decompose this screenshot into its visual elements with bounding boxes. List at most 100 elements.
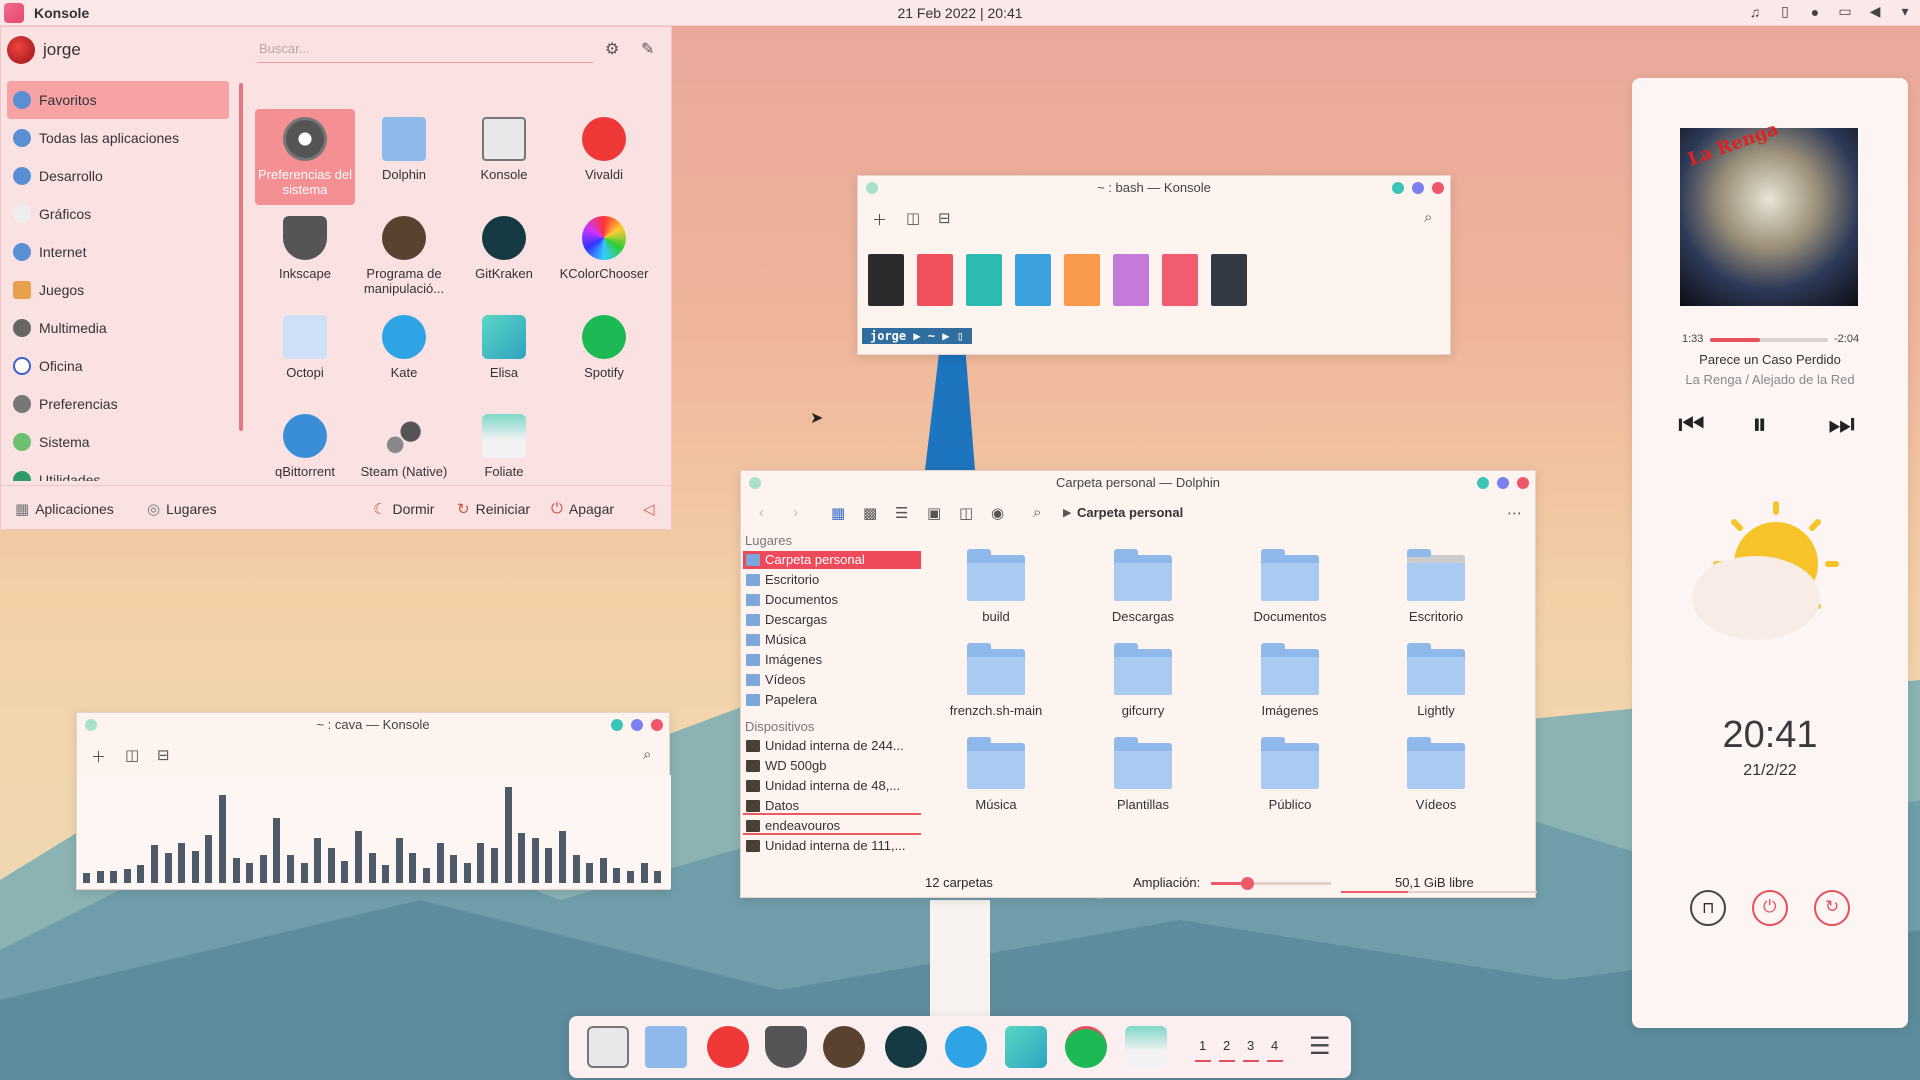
- categories-scrollbar[interactable]: [239, 83, 243, 431]
- display-icon[interactable]: ▭: [1836, 3, 1854, 20]
- workspace-1[interactable]: 1: [1194, 1038, 1212, 1062]
- category-internet[interactable]: Internet: [7, 233, 229, 271]
- split-view-icon[interactable]: ◫: [906, 209, 920, 227]
- pause-icon[interactable]: ⏸: [1752, 408, 1767, 442]
- panel-clock[interactable]: 21 Feb 2022 | 20:41: [0, 5, 1920, 21]
- avatar[interactable]: [7, 36, 35, 64]
- place-imagenes[interactable]: Imágenes: [743, 651, 921, 669]
- menu-icon[interactable]: ⋯: [1507, 504, 1522, 522]
- device-item[interactable]: endeavouros: [743, 817, 921, 835]
- sleep-button[interactable]: ☾ Dormir: [373, 500, 434, 518]
- app-tile[interactable]: Konsole: [454, 109, 554, 205]
- split-horizontal-icon[interactable]: ⊟: [157, 746, 170, 764]
- device-item[interactable]: Unidad interna de 48,...: [743, 777, 921, 795]
- place-musica[interactable]: Música: [743, 631, 921, 649]
- foliate-icon[interactable]: [1125, 1026, 1167, 1068]
- app-tile[interactable]: Kate: [354, 307, 454, 403]
- category-oficina[interactable]: Oficina: [7, 347, 229, 385]
- minimize-button[interactable]: [611, 719, 623, 731]
- breadcrumb[interactable]: Carpeta personal: [1077, 505, 1183, 520]
- app-tile[interactable]: GitKraken: [454, 208, 554, 304]
- folder-item[interactable]: Vídeos: [1371, 737, 1501, 812]
- gitkraken-icon[interactable]: [885, 1026, 927, 1068]
- preview-icon[interactable]: ▣: [927, 504, 941, 522]
- app-tile[interactable]: Vivaldi: [554, 109, 654, 205]
- gimp-icon[interactable]: [823, 1026, 865, 1068]
- search-icon[interactable]: ⌕: [1033, 504, 1041, 521]
- folder-item[interactable]: Imágenes: [1225, 643, 1355, 718]
- spotify-icon[interactable]: [1065, 1026, 1107, 1068]
- maximize-button[interactable]: [1412, 182, 1424, 194]
- forward-icon[interactable]: ›: [793, 504, 798, 521]
- category-multimedia[interactable]: Multimedia: [7, 309, 229, 347]
- folder-item[interactable]: Público: [1225, 737, 1355, 812]
- shutdown-widget-button[interactable]: ⏻: [1752, 890, 1788, 926]
- previous-track-icon[interactable]: ⏮: [1678, 408, 1705, 442]
- folder-item[interactable]: gifcurry: [1078, 643, 1208, 718]
- compact-view-icon[interactable]: ▩: [863, 504, 877, 522]
- vivaldi-icon[interactable]: [707, 1026, 749, 1068]
- window-menu-button[interactable]: [749, 477, 761, 489]
- folder-item[interactable]: Plantillas: [1078, 737, 1208, 812]
- folder-item[interactable]: build: [931, 549, 1061, 624]
- app-tile[interactable]: Inkscape: [255, 208, 355, 304]
- new-tab-icon[interactable]: ＋: [91, 746, 106, 767]
- konsole-app-icon[interactable]: [4, 2, 24, 23]
- app-tile[interactable]: Programa de manipulació...: [354, 208, 454, 304]
- places-tab[interactable]: ◎ Lugares: [147, 500, 217, 518]
- show-hidden-icon[interactable]: ◉: [991, 504, 1004, 522]
- track-progress[interactable]: [1710, 338, 1828, 342]
- place-escritorio[interactable]: Escritorio: [743, 571, 921, 589]
- place-videos[interactable]: Vídeos: [743, 671, 921, 689]
- place-carpeta-personal[interactable]: Carpeta personal: [743, 551, 921, 569]
- workspace-4[interactable]: 4: [1266, 1038, 1284, 1062]
- folder-item[interactable]: Escritorio: [1371, 549, 1501, 624]
- category-sistema[interactable]: Sistema: [7, 423, 229, 461]
- icons-view-icon[interactable]: ▦: [831, 504, 845, 522]
- close-button[interactable]: [1517, 477, 1529, 489]
- device-item[interactable]: Datos: [743, 797, 921, 815]
- notifications-icon[interactable]: ♫: [1746, 4, 1764, 20]
- pin-icon[interactable]: ✎: [641, 39, 654, 59]
- category-desarrollo[interactable]: Desarrollo: [7, 157, 229, 195]
- category-preferencias[interactable]: Preferencias: [7, 385, 229, 423]
- leave-button[interactable]: ◁: [643, 500, 655, 518]
- app-tile[interactable]: Preferencias del sistema: [255, 109, 355, 205]
- folder-item[interactable]: frenzch.sh-main: [931, 643, 1061, 718]
- app-tile[interactable]: Elisa: [454, 307, 554, 403]
- category-favoritos[interactable]: Favoritos: [7, 81, 229, 119]
- device-item[interactable]: WD 500gb: [743, 757, 921, 775]
- window-menu-button[interactable]: [866, 182, 878, 194]
- overview-icon[interactable]: ☰: [1309, 1032, 1331, 1061]
- window-menu-button[interactable]: [85, 719, 97, 731]
- next-track-icon[interactable]: ⏭: [1828, 408, 1855, 442]
- split-horizontal-icon[interactable]: ⊟: [938, 209, 951, 227]
- new-tab-icon[interactable]: ＋: [872, 209, 887, 230]
- volume-icon[interactable]: ◀: [1866, 3, 1884, 20]
- back-icon[interactable]: ‹: [759, 504, 764, 521]
- configure-icon[interactable]: ⚙: [605, 39, 619, 59]
- inkscape-icon[interactable]: [765, 1026, 807, 1068]
- place-papelera[interactable]: Papelera: [743, 691, 921, 709]
- place-documentos[interactable]: Documentos: [743, 591, 921, 609]
- kate-icon[interactable]: [945, 1026, 987, 1068]
- category-juegos[interactable]: Juegos: [7, 271, 229, 309]
- split-icon[interactable]: ◫: [959, 504, 973, 522]
- close-button[interactable]: [1432, 182, 1444, 194]
- workspace-3[interactable]: 3: [1242, 1038, 1260, 1062]
- lock-button[interactable]: ⊓: [1690, 890, 1726, 926]
- shutdown-button[interactable]: ⏻ Apagar: [551, 500, 614, 517]
- search-icon[interactable]: ⌕: [1424, 209, 1432, 226]
- folder-item[interactable]: Documentos: [1225, 549, 1355, 624]
- minimize-button[interactable]: [1477, 477, 1489, 489]
- zoom-slider[interactable]: [1211, 877, 1331, 890]
- folder-item[interactable]: Descargas: [1078, 549, 1208, 624]
- applications-tab[interactable]: ▦ Aplicaciones: [15, 500, 114, 518]
- zoom-slider-handle[interactable]: [1241, 877, 1254, 890]
- category-graficos[interactable]: Gráficos: [7, 195, 229, 233]
- device-item[interactable]: Unidad interna de 244...: [743, 737, 921, 755]
- folder-item[interactable]: Música: [931, 737, 1061, 812]
- microphone-icon[interactable]: ●: [1806, 4, 1824, 20]
- restart-button[interactable]: ↻ Reiniciar: [457, 500, 530, 518]
- maximize-button[interactable]: [1497, 477, 1509, 489]
